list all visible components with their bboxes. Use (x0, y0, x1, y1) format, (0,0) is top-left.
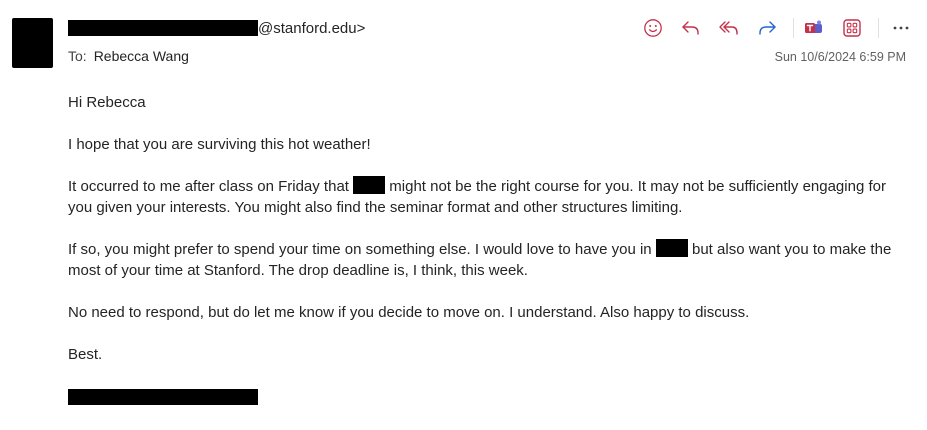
more-icon (894, 26, 909, 30)
sender-email-suffix: @stanford.edu> (258, 19, 366, 37)
forward-button[interactable] (754, 16, 779, 40)
recipient-name[interactable]: Rebecca Wang (94, 48, 189, 64)
redacted-course-name (353, 176, 386, 194)
paragraph-4: No need to respond, but do let me know i… (68, 304, 750, 321)
paragraph-3: If so, you might prefer to spend your ti… (68, 239, 908, 281)
teams-icon (805, 20, 823, 33)
emoji-reaction-button[interactable] (640, 16, 665, 40)
sent-date: Sun 10/6/2024 6:59 PM (774, 50, 906, 64)
message-body: Hi Rebecca I hope that you are surviving… (68, 92, 908, 386)
toolbar-separator (792, 18, 794, 38)
paragraph-2: It occurred to me after class on Friday … (68, 176, 908, 218)
to-label: To: (68, 48, 87, 64)
paragraph-3-start: If so, you might prefer to spend your ti… (68, 241, 652, 258)
closing: Best. (68, 346, 103, 363)
forward-icon (759, 21, 776, 35)
apps-button[interactable] (840, 16, 865, 40)
apps-icon (843, 19, 862, 37)
redacted-course-name (655, 239, 688, 257)
reply-all-icon (719, 21, 738, 35)
to-field: To: Rebecca Wang (68, 48, 189, 64)
toolbar-separator (877, 18, 879, 38)
reply-button[interactable] (678, 16, 703, 40)
message-toolbar (640, 16, 914, 40)
redacted-signature (68, 389, 258, 405)
redacted-sender-name (68, 20, 258, 36)
from-field: @stanford.edu> (68, 18, 365, 38)
greeting: Hi Rebecca (68, 94, 146, 111)
reply-icon (682, 21, 699, 35)
paragraph-1: I hope that you are surviving this hot w… (68, 136, 371, 153)
sender-avatar (12, 18, 53, 68)
reply-all-button[interactable] (716, 16, 741, 40)
emoji-icon (643, 19, 662, 37)
teams-button[interactable] (802, 16, 827, 40)
more-actions-button[interactable] (889, 16, 914, 40)
paragraph-2-start: It occurred to me after class on Friday … (68, 178, 349, 195)
